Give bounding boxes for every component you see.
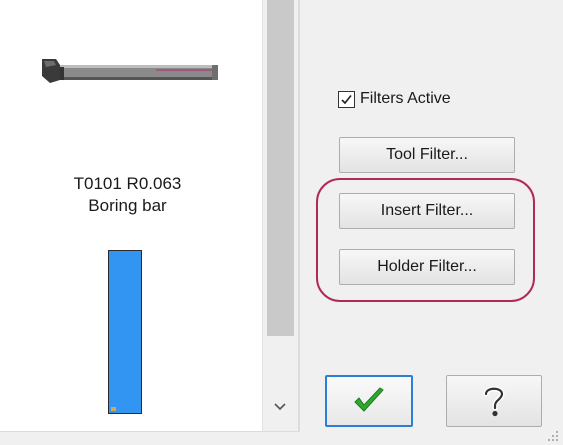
list-bottom-edge (0, 431, 300, 445)
tool-color-bar (108, 250, 142, 414)
check-icon (341, 94, 352, 104)
tool-name-label: T0101 R0.063 (73, 174, 182, 193)
boring-bar-icon (42, 59, 218, 83)
scroll-thumb[interactable] (267, 0, 294, 336)
filters-active-row[interactable]: Filters Active (338, 88, 451, 110)
checkmark-icon (354, 387, 384, 412)
filters-active-label: Filters Active (360, 90, 451, 107)
chevron-down-icon[interactable] (271, 398, 289, 416)
filters-active-checkbox[interactable] (338, 90, 355, 108)
holder-filter-button[interactable]: Holder Filter... (339, 249, 515, 285)
ok-button[interactable] (325, 375, 413, 427)
tool-type-label: Boring bar (88, 196, 167, 215)
resize-grip-icon[interactable] (547, 430, 559, 442)
tool-list-panel[interactable]: T0101 R0.063 Boring bar (0, 0, 262, 445)
tool-filter-button[interactable]: Tool Filter... (339, 137, 515, 173)
panel-divider (298, 0, 300, 445)
color-bar-marker (111, 407, 116, 411)
vertical-scrollbar[interactable] (262, 0, 298, 445)
question-mark-icon (483, 386, 505, 417)
insert-filter-button[interactable]: Insert Filter... (339, 193, 515, 229)
help-button[interactable] (446, 375, 542, 427)
